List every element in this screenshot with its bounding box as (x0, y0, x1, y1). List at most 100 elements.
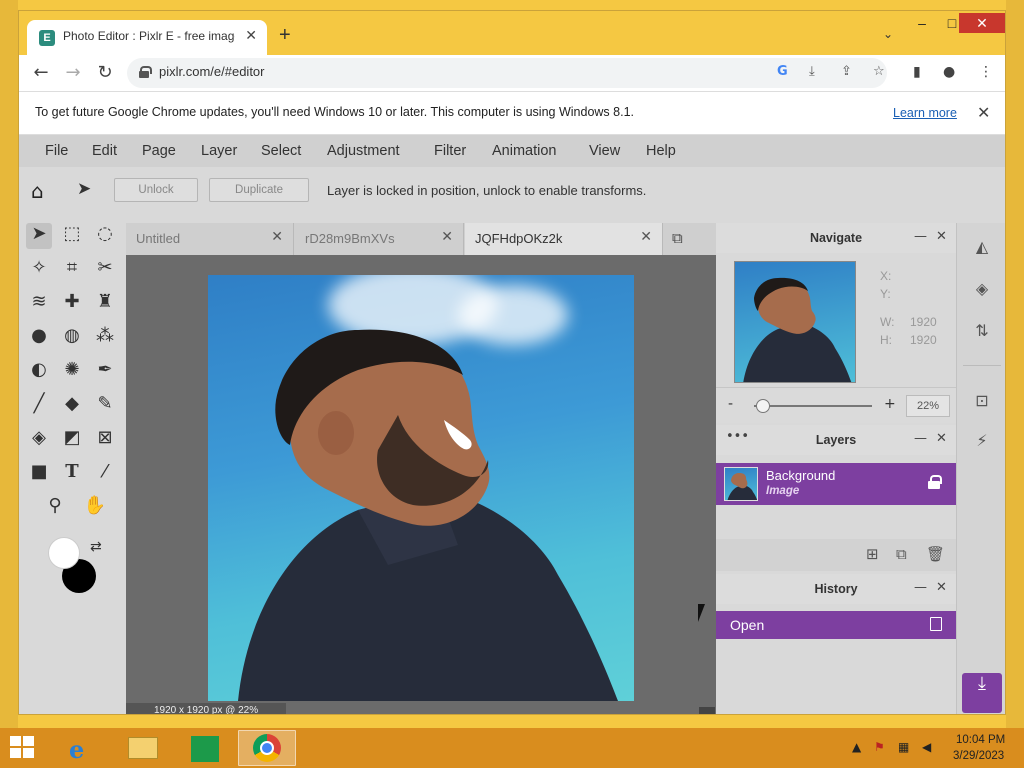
zoom-slider-handle[interactable] (756, 399, 770, 413)
close-icon[interactable]: ✕ (640, 229, 652, 245)
zoom-out-icon[interactable]: - (728, 396, 733, 412)
menu-view[interactable]: View (589, 143, 620, 159)
arrange-tool-icon[interactable]: ➤ (77, 179, 91, 199)
menu-help[interactable]: Help (646, 143, 676, 159)
navigator-thumbnail[interactable] (734, 261, 856, 383)
zoom-tool-icon[interactable]: ⚲ (42, 495, 68, 521)
wand-tool-icon[interactable]: ✧ (26, 257, 52, 283)
profile-avatar-icon[interactable]: ● (943, 64, 955, 80)
back-icon[interactable]: ← (31, 63, 51, 83)
delete-layer-icon[interactable]: 🗑 (926, 545, 945, 563)
home-icon[interactable]: ⌂ (31, 179, 44, 203)
fullscreen-icon[interactable]: ⊡ (970, 391, 994, 415)
eyedropper-tool-icon[interactable]: ⁄ (92, 461, 118, 487)
forward-icon[interactable]: → (63, 63, 83, 83)
duplicate-button[interactable]: Duplicate (209, 178, 309, 202)
tab-search-icon[interactable]: ⌄ (883, 27, 893, 41)
close-window-button[interactable]: ✕ (959, 13, 1005, 33)
navigator-toggle-icon[interactable]: ◭ (970, 237, 994, 261)
install-app-icon[interactable]: ⤓ (809, 64, 815, 79)
fill-tool-icon[interactable]: ◈ (26, 427, 52, 453)
zoom-in-icon[interactable]: + (884, 396, 896, 412)
primary-color-swatch[interactable] (48, 537, 80, 569)
minimize-button[interactable]: – (907, 13, 937, 33)
duplicate-layer-icon[interactable]: ⧉ (896, 545, 907, 563)
close-panel-icon[interactable]: ✕ (936, 431, 947, 446)
crop-tool-icon[interactable]: ⌗ (59, 257, 85, 283)
doc-tab-jqfh[interactable]: JQFHdpOKz2k ✕ (465, 223, 663, 255)
menu-layer[interactable]: Layer (201, 143, 237, 159)
lock-icon[interactable] (928, 475, 942, 489)
hand-tool-icon[interactable]: ✋ (82, 495, 108, 521)
store-icon[interactable] (176, 730, 234, 766)
swap-colors-icon[interactable]: ⇄ (90, 539, 102, 555)
marquee-tool-icon[interactable]: ⬚ (59, 223, 85, 249)
dodge-burn-icon[interactable]: ◐ (26, 359, 52, 385)
close-icon[interactable]: ✕ (441, 229, 453, 245)
history-item-open[interactable]: Open (716, 611, 956, 639)
minimize-panel-icon[interactable]: — (914, 580, 927, 595)
brush-tool-icon[interactable]: ╱ (26, 393, 52, 419)
infobar-close-icon[interactable]: ✕ (977, 103, 990, 122)
menu-filter[interactable]: Filter (434, 143, 466, 159)
network-icon[interactable]: ▦ (898, 740, 909, 754)
tab-close-icon[interactable]: ✕ (245, 27, 257, 44)
address-bar[interactable]: pixlr.com/e/#editor G ⤓ ⇪ ☆ (127, 58, 887, 88)
pen-tool-icon[interactable]: ✒ (92, 359, 118, 385)
tile-windows-icon[interactable]: ⧉ (672, 229, 683, 247)
heal-tool-icon[interactable]: ✚ (59, 291, 85, 317)
tray-expand-icon[interactable]: ▲ (852, 740, 861, 754)
doc-tab-untitled[interactable]: Untitled ✕ (126, 223, 294, 255)
clock-date[interactable]: 3/29/2023 (953, 750, 1004, 762)
zoom-value-field[interactable]: 22% (906, 395, 950, 417)
arrange-tool-icon[interactable]: ➤ (26, 223, 52, 249)
lasso-tool-icon[interactable]: ◌ (92, 223, 118, 249)
action-center-icon[interactable]: ⚑ (874, 740, 885, 754)
menu-select[interactable]: Select (261, 143, 301, 159)
minimize-panel-icon[interactable]: — (914, 431, 927, 446)
close-panel-icon[interactable]: ✕ (936, 580, 947, 595)
download-icon[interactable]: ⤓ (962, 673, 1002, 713)
new-tab-button[interactable]: + (279, 25, 291, 45)
canvas-image[interactable] (208, 275, 634, 701)
share-icon[interactable]: ⇪ (841, 64, 852, 79)
layers-toggle-icon[interactable]: ◈ (970, 279, 994, 303)
menu-page[interactable]: Page (142, 143, 176, 159)
bookmark-star-icon[interactable]: ☆ (873, 64, 885, 79)
volume-icon[interactable]: ◀ (922, 740, 931, 754)
minimize-panel-icon[interactable]: — (914, 229, 927, 244)
close-icon[interactable]: ✕ (271, 229, 283, 245)
history-snapshot-icon[interactable] (930, 617, 942, 631)
learn-more-link[interactable]: Learn more (893, 106, 957, 120)
shape-tool-icon[interactable]: ■ (26, 461, 52, 487)
close-panel-icon[interactable]: ✕ (936, 229, 947, 244)
unlock-button[interactable]: Unlock (114, 178, 198, 202)
file-explorer-icon[interactable] (114, 730, 172, 766)
menu-edit[interactable]: Edit (92, 143, 117, 159)
menu-animation[interactable]: Animation (492, 143, 556, 159)
internet-explorer-icon[interactable]: e (52, 730, 110, 766)
blur-tool-icon[interactable]: ● (26, 325, 52, 351)
menu-adjustment[interactable]: Adjustment (327, 143, 400, 159)
sponge-tool-icon[interactable]: ◍ (59, 325, 85, 351)
clock-time[interactable]: 10:04 PM (956, 734, 1005, 746)
liquify-tool-icon[interactable]: ≋ (26, 291, 52, 317)
add-layer-icon[interactable]: ⊞ (866, 545, 879, 563)
layer-item-background[interactable]: Background Image (716, 463, 956, 505)
pixelate-tool-icon[interactable]: ⁂ (92, 325, 118, 351)
reload-icon[interactable]: ↻ (95, 63, 115, 83)
clone-stamp-icon[interactable]: ♜ (92, 291, 118, 317)
browser-tab[interactable]: E Photo Editor : Pixlr E - free image ✕ (27, 20, 267, 55)
zoom-slider-track[interactable] (754, 405, 872, 407)
color-replace-icon[interactable]: ✺ (59, 359, 85, 385)
history-toggle-icon[interactable]: ⇅ (970, 321, 994, 345)
menu-file[interactable]: File (45, 143, 68, 159)
side-panel-icon[interactable]: ▮ (913, 64, 921, 80)
google-icon[interactable]: G (777, 64, 788, 79)
eraser-tool-icon[interactable]: ◆ (59, 393, 85, 419)
cutout-tool-icon[interactable]: ✂ (92, 257, 118, 283)
placeholder-tool-icon[interactable]: ⊠ (92, 427, 118, 453)
gradient-tool-icon[interactable]: ◩ (59, 427, 85, 453)
chrome-taskbar-icon[interactable] (238, 730, 296, 766)
menu-kebab-icon[interactable]: ⋮ (979, 64, 993, 80)
